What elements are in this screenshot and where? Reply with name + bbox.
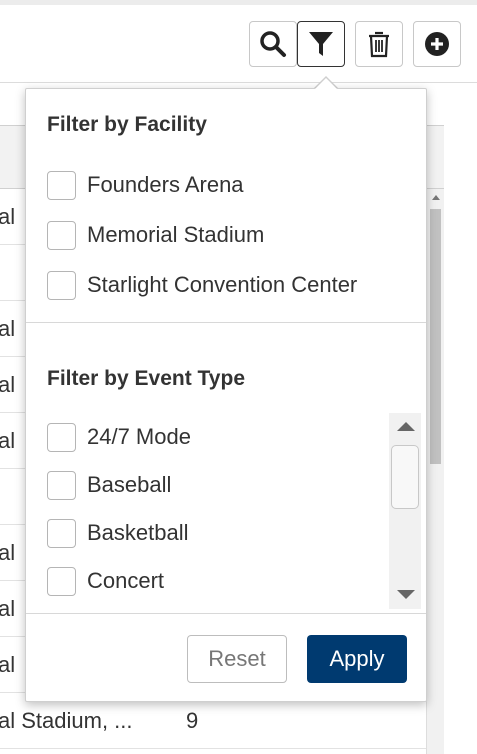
facility-filter-title: Filter by Facility <box>47 113 207 136</box>
reset-button[interactable]: Reset <box>187 635 287 683</box>
footer-divider <box>26 613 426 614</box>
search-button[interactable] <box>249 21 297 67</box>
scrollbar-thumb[interactable] <box>391 445 419 509</box>
option-label: Memorial Stadium <box>87 222 265 247</box>
trash-icon <box>369 31 389 58</box>
option-label: Baseball <box>87 472 172 497</box>
filter-icon <box>309 32 333 56</box>
event-type-option-baseball[interactable]: Baseball <box>47 470 171 500</box>
table-cell: al Stadium, ... <box>0 707 133 733</box>
delete-button[interactable] <box>355 21 403 67</box>
table-cell: al <box>0 203 16 229</box>
top-strip <box>0 0 477 5</box>
option-label: Basketball <box>87 520 189 545</box>
facility-option-starlight-convention-center[interactable]: Starlight Convention Center <box>47 270 357 300</box>
popover-caret-fill <box>314 78 338 90</box>
table-cell: al <box>0 315 16 341</box>
filter-button[interactable] <box>297 21 345 67</box>
checkbox[interactable] <box>47 170 76 200</box>
event-type-scrollbar[interactable] <box>389 413 421 609</box>
search-icon <box>260 31 286 57</box>
option-label: Starlight Convention Center <box>87 272 358 297</box>
filter-popover: Filter by Facility Founders Arena Memori… <box>25 88 427 702</box>
scroll-up-arrow-icon[interactable] <box>397 422 415 431</box>
table-cell: al <box>0 651 16 677</box>
checkbox[interactable] <box>47 220 76 250</box>
checkbox[interactable] <box>47 470 76 500</box>
apply-button[interactable]: Apply <box>307 635 407 683</box>
scrollbar-thumb[interactable] <box>430 209 441 464</box>
section-divider <box>26 322 426 323</box>
scroll-up-arrow-icon[interactable] <box>432 195 440 200</box>
plus-circle-icon <box>425 32 449 56</box>
table-cell: al <box>0 595 16 621</box>
table-cell: 9 <box>186 707 199 733</box>
table-cell: al <box>0 371 16 397</box>
add-button[interactable] <box>413 21 461 67</box>
toolbar <box>249 21 461 67</box>
option-label: Founders Arena <box>87 172 244 197</box>
checkbox[interactable] <box>47 566 76 596</box>
event-type-filter-title: Filter by Event Type <box>47 367 245 390</box>
checkbox[interactable] <box>47 422 76 452</box>
table-cell: al <box>0 427 16 453</box>
table-cell: al <box>0 539 16 565</box>
facility-option-memorial-stadium[interactable]: Memorial Stadium <box>47 220 264 250</box>
table-scrollbar[interactable] <box>426 189 444 754</box>
checkbox[interactable] <box>47 518 76 548</box>
event-type-option-basketball[interactable]: Basketball <box>47 518 189 548</box>
checkbox[interactable] <box>47 270 76 300</box>
option-label: 24/7 Mode <box>87 424 191 449</box>
option-label: Concert <box>87 568 165 593</box>
event-type-option-24-7-mode[interactable]: 24/7 Mode <box>47 422 191 452</box>
toolbar-divider <box>0 82 477 83</box>
facility-option-founders-arena[interactable]: Founders Arena <box>47 170 244 200</box>
event-type-option-concert[interactable]: Concert <box>47 566 164 596</box>
scroll-down-arrow-icon[interactable] <box>397 590 415 599</box>
